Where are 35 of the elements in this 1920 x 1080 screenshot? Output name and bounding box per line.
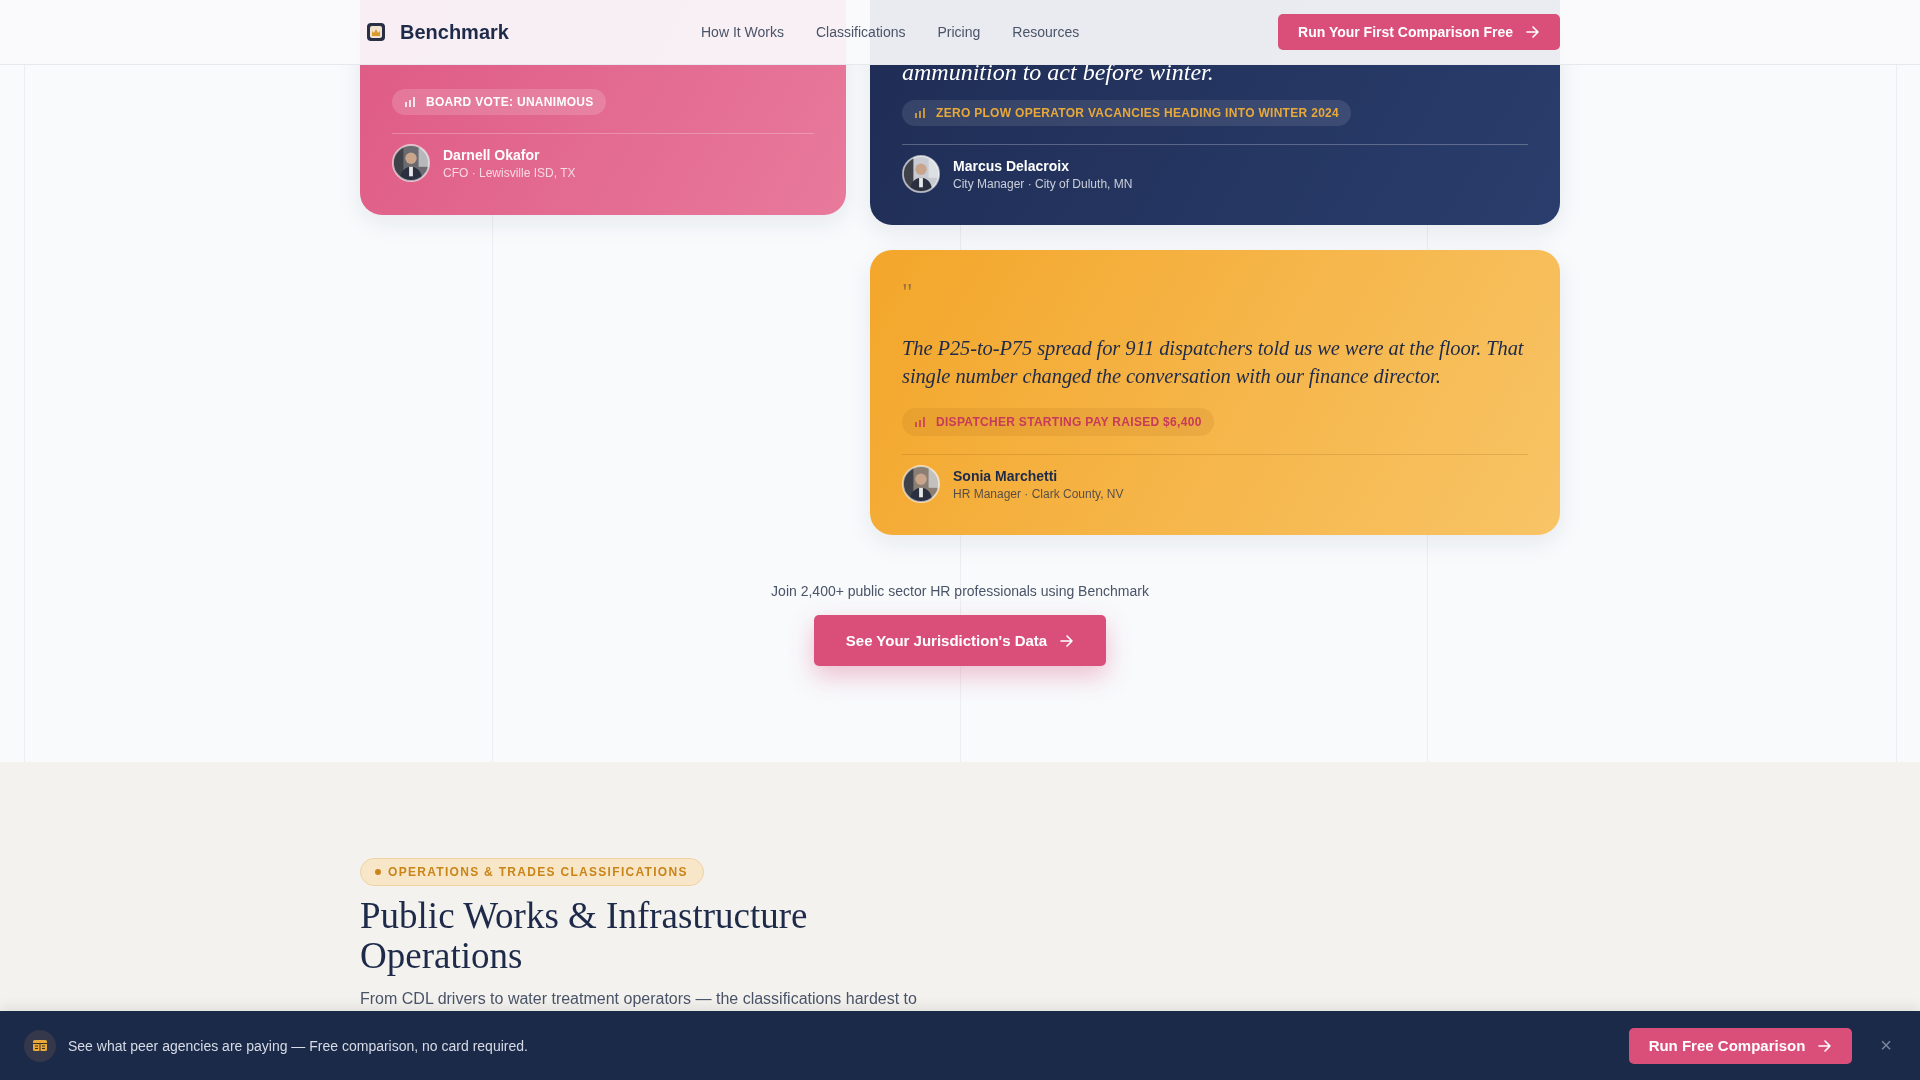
badge-text: DISPATCHER STARTING PAY RAISED $6,400 [936,415,1202,429]
badge-text: BOARD VOTE: UNANIMOUS [426,95,594,109]
dot-icon [375,869,381,875]
quote-text: The P25-to-P75 spread for 911 dispatchers told us we were at the floor. That single number changed the conversation with our finance director. [902,336,1525,390]
badge-text: ZERO PLOW OPERATOR VACANCIES HEADING INTO WINTER 2024 [936,106,1340,120]
person-name: Darnell Okafor [443,146,541,163]
arrow-icon [1059,633,1075,648]
comparison-button[interactable]: Run Free Comparison [1628,1027,1853,1064]
person-name: Sonia Marchetti [953,467,1059,484]
bar-chart-icon [914,107,926,119]
person-role: City Manager · City of Duluth, MN [953,176,1133,191]
close-button[interactable]: × [1876,1034,1896,1057]
cta-button[interactable]: See Your Jurisdiction's Data [813,615,1107,666]
cta-caption: Join 2,400+ public sector HR professionals using Benchmark [771,583,1149,599]
bar-chart-icon [914,416,926,428]
brand-name: Benchmark [400,20,509,44]
person-name: Marcus Delacroix [953,157,1070,174]
cta-button[interactable]: Run Your First Comparison Free [1278,14,1560,50]
nav-link[interactable]: Pricing [937,24,981,40]
banner-text: See what peer agencies are paying — Free comparison, no card required. [68,1037,528,1054]
nav-link[interactable]: How It Works [701,24,784,40]
quote-mark: " [902,282,914,309]
bar-chart-icon [404,96,416,108]
arrow-icon [1817,1038,1833,1053]
section-intro: From CDL drivers to water treatment operators — the classifications hardest to [360,990,918,1008]
quote-text: ammunition to act before winter. [902,58,1215,86]
arrow-icon [1525,25,1540,39]
nav-link[interactable]: Classifications [816,24,906,40]
tag-text: OPERATIONS & TRADES CLASSIFICATIONS [388,865,688,879]
logo-icon [366,22,386,42]
table-icon [32,1038,48,1053]
section-heading: Public Works & Infrastructure Operations [360,896,809,976]
person-role: HR Manager · Clark County, NV [953,486,1124,501]
nav-link[interactable]: Resources [1012,24,1080,40]
person-role: CFO · Lewisville ISD, TX [443,165,576,180]
